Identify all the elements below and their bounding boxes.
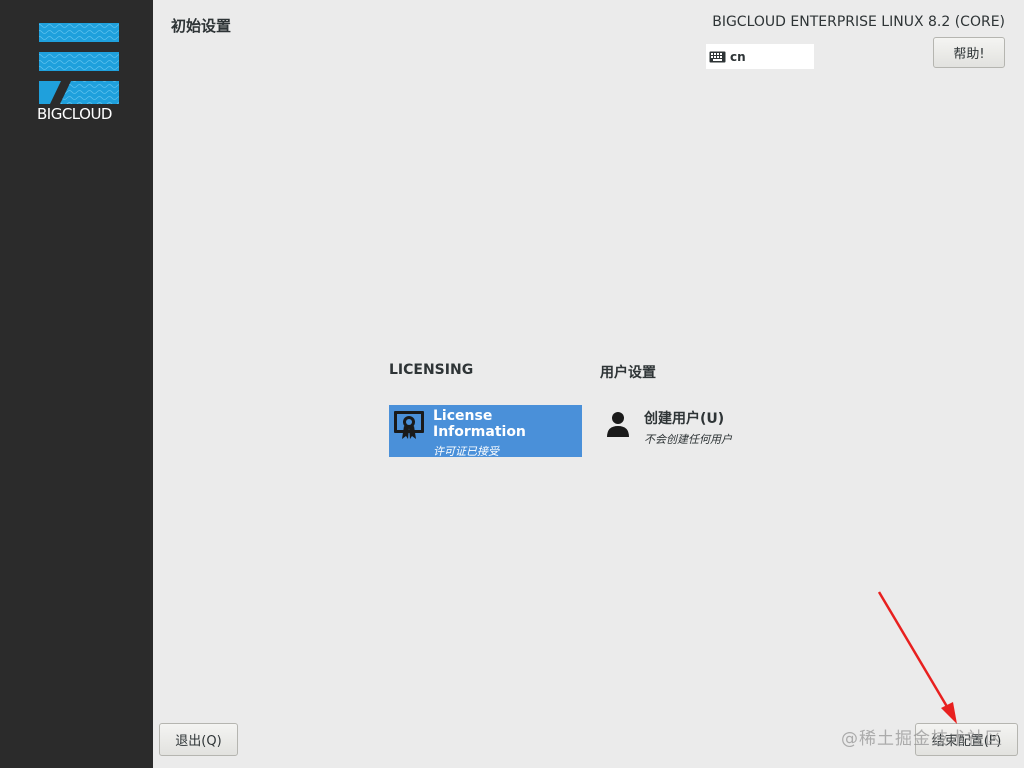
section-heading-user-settings: 用户设置 [600,365,656,381]
product-title: BIGCLOUD ENTERPRISE LINUX 8.2 (CORE) [712,14,1005,30]
spoke-title: 创建用户(U) [644,411,725,427]
keyboard-icon [709,51,726,63]
annotation-arrow [877,591,957,724]
main-panel: 初始设置 BIGCLOUD ENTERPRISE LINUX 8.2 (CORE… [153,0,1024,768]
spoke-title: License Information [433,408,526,440]
keyboard-layout-label: cn [730,49,746,64]
keyboard-layout-indicator[interactable]: cn [706,44,814,69]
logo-text: BIGCLOUD [37,105,112,123]
spoke-status: 不会创建任何用户 [644,433,732,446]
quit-button[interactable]: 退出(Q) [159,723,238,756]
spoke-license-information[interactable]: License Information 许可证已接受 [389,405,582,458]
spoke-create-user[interactable]: 创建用户(U) 不会创建任何用户 [602,405,792,457]
sidebar: BIGCLOUD [0,0,153,768]
section-heading-licensing: LICENSING [389,362,474,378]
page-title: 初始设置 [171,17,232,35]
license-certificate-icon [393,409,425,441]
bigcloud-logo: BIGCLOUD [37,23,121,123]
help-button[interactable]: 帮助! [933,37,1005,68]
user-icon [606,410,630,440]
spoke-status: 许可证已接受 [433,445,499,458]
